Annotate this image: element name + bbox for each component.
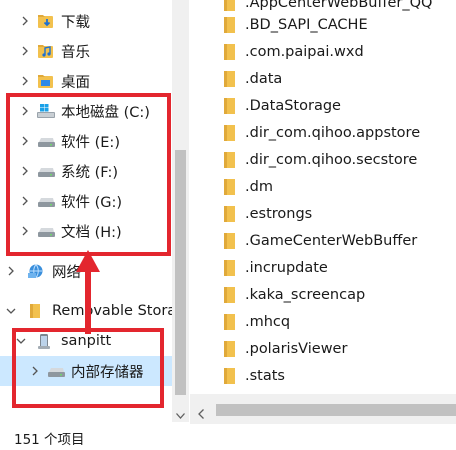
folder-icon	[224, 205, 235, 222]
nav-scrollbar-thumb[interactable]	[175, 150, 186, 395]
drive-icon	[47, 363, 65, 379]
chevron-right-icon[interactable]	[20, 226, 30, 236]
folder-icon	[224, 124, 235, 141]
music-folder-icon	[37, 43, 55, 59]
file-name: .AppCenterWebBuffer_QQ	[245, 0, 433, 11]
file-name: .dm	[245, 178, 273, 195]
file-row[interactable]: .dm	[190, 173, 456, 200]
nav-item-label: 软件 (E:)	[61, 134, 120, 151]
folder-icon	[224, 313, 235, 330]
file-row[interactable]: .com.paipai.wxd	[190, 38, 456, 65]
file-row[interactable]: .dir_com.qihoo.appstore	[190, 119, 456, 146]
folder-icon	[224, 70, 235, 87]
file-row[interactable]: .kaka_screencap	[190, 281, 456, 308]
folder-icon	[224, 16, 235, 33]
item-count: 151 个项目	[14, 432, 85, 448]
file-name: .dir_com.qihoo.appstore	[245, 124, 421, 141]
desktop-folder-icon	[37, 73, 55, 89]
scroll-down-icon[interactable]	[176, 404, 185, 423]
file-name: .dir_com.qihoo.secstore	[245, 151, 418, 168]
file-name: .data	[245, 70, 283, 87]
file-row[interactable]: .incrupdate	[190, 254, 456, 281]
chevron-right-icon[interactable]	[20, 136, 30, 146]
status-bar: 151 个项目	[0, 424, 456, 450]
phone-icon	[37, 333, 55, 349]
file-name: .DataStorage	[245, 97, 341, 114]
folder-icon	[224, 43, 235, 60]
file-list-horizontal-scrollbar[interactable]	[190, 394, 456, 424]
nav-item-label: 文档 (H:)	[61, 224, 122, 241]
file-name: .GameCenterWebBuffer	[245, 232, 418, 249]
file-row[interactable]: .data	[190, 65, 456, 92]
nav-item-label: 音乐	[61, 44, 90, 61]
nav-item-label: 内部存储器	[71, 364, 144, 381]
nav-scrollbar[interactable]	[172, 0, 189, 422]
chevron-down-icon[interactable]	[16, 336, 26, 346]
folder-icon	[224, 367, 235, 384]
windows-drive-icon	[37, 103, 55, 119]
folder-icon	[224, 232, 235, 249]
chevron-right-icon[interactable]	[20, 76, 30, 86]
chevron-right-icon[interactable]	[20, 106, 30, 116]
file-row[interactable]: .stats	[190, 362, 456, 389]
chevron-right-icon[interactable]	[20, 166, 30, 176]
nav-item-drive-e[interactable]: 软件 (E:)	[0, 126, 172, 156]
chevron-right-icon[interactable]	[20, 46, 30, 56]
folder-icon	[224, 259, 235, 276]
file-name: .BD_SAPI_CACHE	[245, 16, 368, 33]
drive-icon	[37, 133, 55, 149]
file-name: .polarisViewer	[245, 340, 348, 357]
nav-item-label: 本地磁盘 (C:)	[61, 104, 150, 121]
folder-icon	[29, 303, 47, 319]
nav-item-drive-g[interactable]: 软件 (G:)	[0, 186, 172, 216]
network-icon	[27, 263, 45, 279]
folder-icon	[224, 151, 235, 168]
folder-icon	[224, 178, 235, 195]
nav-item-internal-storage[interactable]: 内部存储器	[0, 356, 172, 386]
nav-item-label: 桌面	[61, 74, 90, 91]
file-row[interactable]: .dir_com.qihoo.secstore	[190, 146, 456, 173]
nav-item-music[interactable]: 音乐	[0, 36, 172, 66]
nav-item-drive-f[interactable]: 系统 (F:)	[0, 156, 172, 186]
nav-item-label: 系统 (F:)	[61, 164, 119, 181]
nav-item-label: 软件 (G:)	[61, 194, 123, 211]
folder-icon	[224, 97, 235, 114]
file-name: .incrupdate	[245, 259, 328, 276]
chevron-right-icon[interactable]	[30, 366, 40, 376]
annotation-arrow-icon	[76, 250, 100, 334]
horizontal-scrollbar-thumb[interactable]	[216, 404, 456, 416]
drive-icon	[37, 163, 55, 179]
nav-item-drive-h[interactable]: 文档 (H:)	[0, 216, 172, 246]
file-name: .kaka_screencap	[245, 286, 366, 303]
file-list: .AppCenterWebBuffer_QQ .BD_SAPI_CACHE .c…	[190, 0, 456, 394]
file-row[interactable]: .BD_SAPI_CACHE	[190, 11, 456, 38]
folder-icon	[224, 340, 235, 357]
nav-item-desktop[interactable]: 桌面	[0, 66, 172, 96]
nav-item-local-disk-c[interactable]: 本地磁盘 (C:)	[0, 96, 172, 126]
chevron-down-icon[interactable]	[6, 306, 16, 316]
file-row[interactable]: .mhcq	[190, 308, 456, 335]
file-name: .stats	[245, 367, 285, 384]
file-row[interactable]: .estrongs	[190, 200, 456, 227]
nav-item-label: sanpitt	[61, 333, 112, 349]
file-name: .estrongs	[245, 205, 313, 222]
chevron-right-icon[interactable]	[20, 196, 30, 206]
navigation-pane: 下载 音乐 桌面 本地磁盘 (C:) 软件 (E:) 系统 (F:) 软件 (G…	[0, 0, 172, 404]
folder-icon	[224, 0, 235, 11]
nav-item-downloads[interactable]: 下载	[0, 6, 172, 36]
drive-icon	[37, 223, 55, 239]
file-name: .com.paipai.wxd	[245, 43, 364, 60]
nav-item-label: Removable Storage	[52, 303, 172, 319]
file-row[interactable]: .polarisViewer	[190, 335, 456, 362]
file-row[interactable]: .DataStorage	[190, 92, 456, 119]
nav-item-label: 下载	[61, 14, 90, 31]
folder-icon	[224, 286, 235, 303]
download-folder-icon	[37, 13, 55, 29]
file-name: .mhcq	[245, 313, 291, 330]
scroll-left-icon[interactable]	[198, 404, 204, 423]
drive-icon	[37, 193, 55, 209]
chevron-right-icon[interactable]	[6, 266, 16, 276]
chevron-right-icon[interactable]	[20, 16, 30, 26]
file-row[interactable]: .GameCenterWebBuffer	[190, 227, 456, 254]
